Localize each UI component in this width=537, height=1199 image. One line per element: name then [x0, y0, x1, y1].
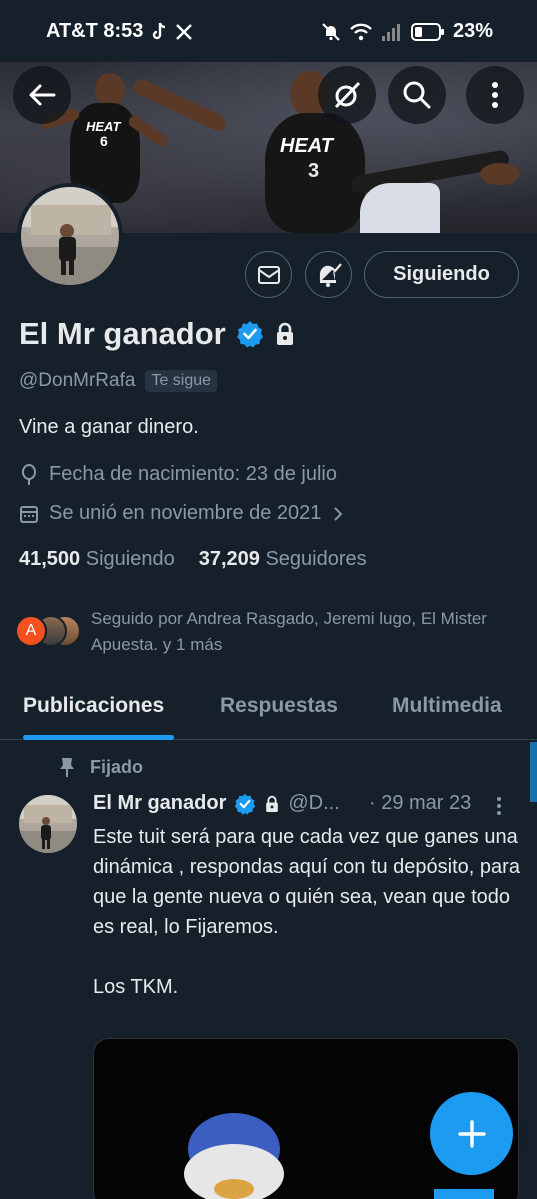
status-bar: AT&T 8:53 23% [0, 0, 537, 62]
arrow-left-icon [29, 84, 56, 106]
joined-text: Se unió en noviembre de 2021 [49, 502, 322, 524]
follower-avatar-1: A [15, 615, 47, 647]
handle-row: @DonMrRafa Te sigue [19, 370, 218, 392]
signal-icon [381, 22, 403, 42]
banner-jersey-number-right: 3 [308, 160, 320, 182]
tweet-author-handle: @D... [288, 792, 340, 814]
follow-counts: 41,500 Siguiendo 37,209 Seguidores [19, 548, 367, 571]
verified-badge-icon [236, 321, 263, 348]
tab-respuestas[interactable]: Respuestas [220, 694, 338, 718]
follows-you-badge: Te sigue [145, 370, 218, 392]
profile-tabs: Publicaciones Respuestas Multimedia [0, 680, 537, 740]
following-count[interactable]: 41,500 Siguiendo [19, 548, 175, 571]
profile-avatar[interactable] [17, 183, 123, 289]
message-button[interactable] [245, 251, 292, 298]
followed-by-text: Seguido por Andrea Rasgado, Jeremi lugo,… [91, 609, 487, 654]
avatar-photo [21, 187, 119, 285]
calendar-icon [20, 505, 38, 523]
carrier-time: AT&T 8:53 [46, 20, 144, 42]
tweet-author-name[interactable]: El Mr ganador [93, 792, 226, 815]
scrollbar[interactable] [530, 742, 537, 802]
search-button[interactable] [388, 66, 446, 124]
bell-check-icon [319, 262, 342, 287]
name-row: El Mr ganador [19, 316, 296, 352]
birthday-row: Fecha de nacimiento: 23 de julio [19, 463, 337, 486]
grok-icon [334, 81, 361, 109]
compose-button[interactable] [430, 1092, 513, 1175]
search-icon [403, 81, 431, 109]
wifi-icon [349, 22, 373, 42]
status-right: 23% [321, 20, 493, 43]
verified-badge-icon [235, 793, 256, 815]
tweet-text: Este tuit será para que cada vez que gan… [93, 826, 520, 998]
following-button[interactable]: Siguiendo [364, 251, 519, 298]
balloon-icon [22, 463, 36, 485]
tweet-date[interactable]: · 29 mar 23 [369, 792, 471, 815]
tab-publicaciones[interactable]: Publicaciones [23, 694, 164, 718]
chevron-right-icon [334, 506, 343, 521]
tiktok-icon [151, 22, 167, 42]
pin-icon [60, 758, 74, 777]
notify-button[interactable] [305, 251, 352, 298]
profile-handle: @DonMrRafa [19, 370, 136, 391]
banner-jersey-number-left: 6 [100, 133, 108, 149]
battery-percent: 23% [452, 20, 493, 42]
grok-button[interactable] [318, 66, 376, 124]
banner-jersey-team-left: HEAT [86, 119, 121, 134]
pinned-label: Fijado [58, 756, 143, 778]
back-button[interactable] [13, 66, 71, 124]
protected-lock-icon [276, 322, 293, 345]
banner-jersey-team-right: HEAT [280, 135, 333, 157]
birthday-text: Fecha de nacimiento: 23 de julio [49, 463, 337, 485]
tweet-more-icon[interactable] [495, 796, 503, 816]
tweet-avatar[interactable] [19, 795, 77, 853]
mute-icon [321, 22, 341, 42]
plus-icon [457, 1119, 486, 1148]
profile-name: El Mr ganador [19, 316, 226, 351]
more-button[interactable] [466, 66, 524, 124]
followed-by-avatars: A [15, 615, 87, 647]
protected-lock-icon [266, 795, 279, 812]
tweet-header: El Mr ganador @D... · 29 mar 23 [93, 792, 523, 815]
status-left: AT&T 8:53 [46, 20, 193, 43]
profile-bio: Vine a ganar dinero. [19, 416, 199, 438]
joined-row[interactable]: Se unió en noviembre de 2021 [19, 502, 345, 525]
banner-defender [360, 183, 440, 233]
more-vertical-icon [492, 82, 498, 108]
tab-multimedia[interactable]: Multimedia [392, 694, 502, 718]
followers-count[interactable]: 37,209 Seguidores [199, 548, 367, 571]
active-tab-indicator [23, 735, 174, 740]
battery-icon [410, 22, 445, 42]
mail-icon [257, 265, 280, 284]
x-icon [175, 23, 193, 41]
tweet-avatar-photo [19, 795, 77, 853]
followed-by[interactable]: A Seguido por Andrea Rasgado, Jeremi lug… [15, 606, 525, 658]
